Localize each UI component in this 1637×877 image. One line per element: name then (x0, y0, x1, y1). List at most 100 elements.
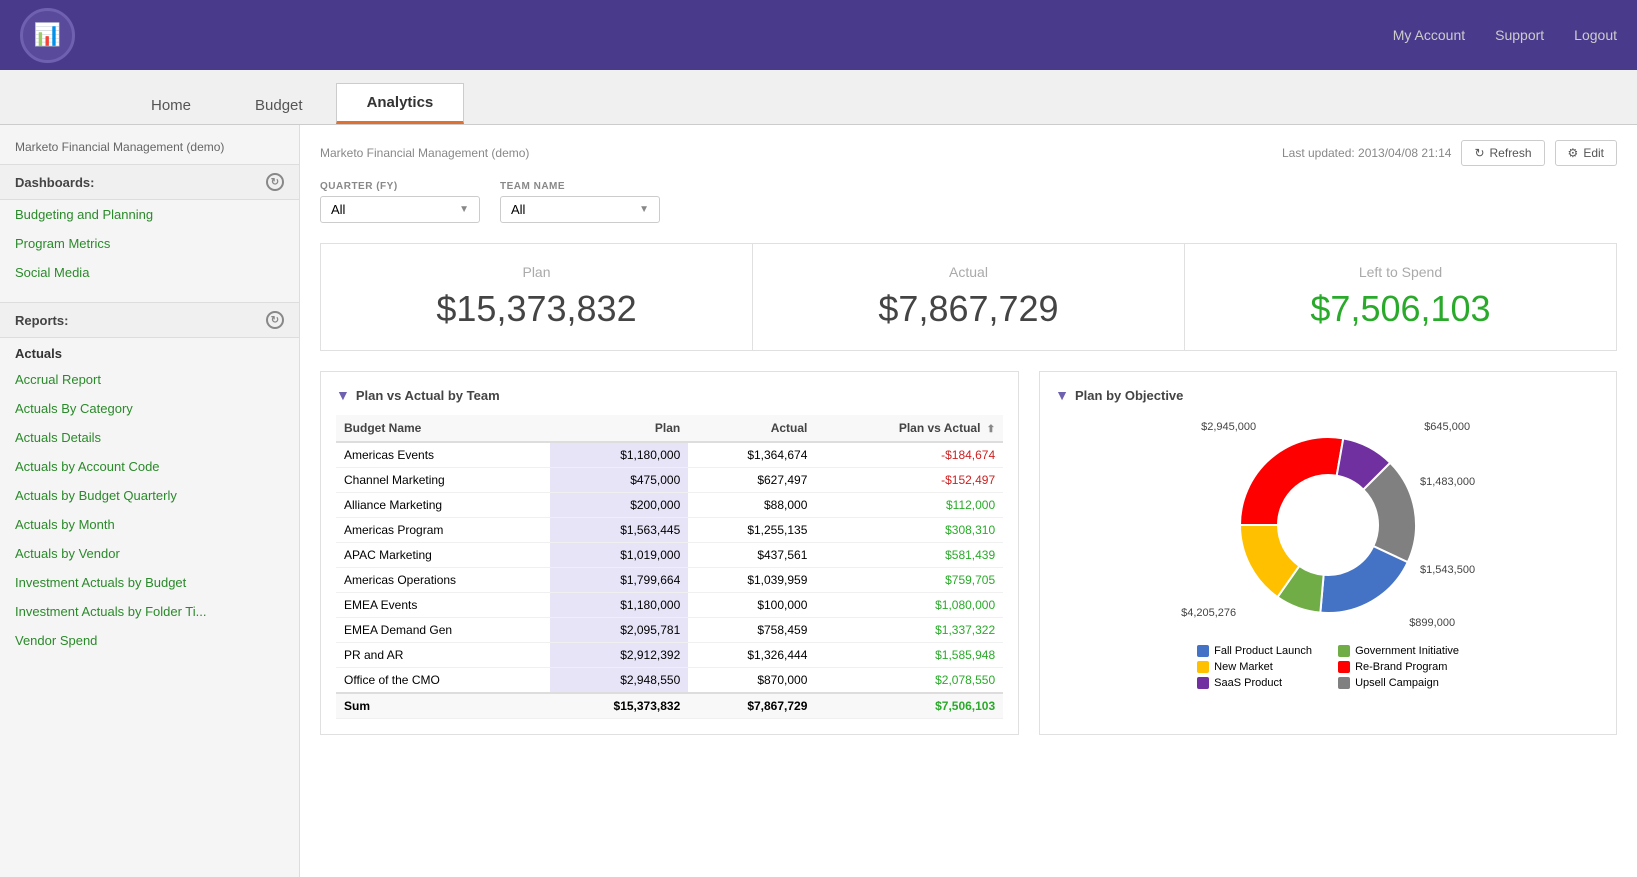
cell-name: Americas Operations (336, 568, 550, 593)
legend-label-1: Government Initiative (1355, 645, 1459, 657)
content-header: Marketo Financial Management (demo) Last… (320, 140, 1617, 166)
table-row: Americas Operations $1,799,664 $1,039,95… (336, 568, 1003, 593)
sidebar-item-accrual[interactable]: Accrual Report (0, 365, 299, 394)
my-account-link[interactable]: My Account (1393, 27, 1465, 43)
donut-label-0: $2,945,000 (1198, 420, 1259, 434)
donut-title-text: Plan by Objective (1075, 388, 1183, 403)
table-row: EMEA Demand Gen $2,095,781 $758,459 $1,3… (336, 618, 1003, 643)
cell-plan: $2,948,550 (550, 668, 688, 694)
legend-dot-4 (1197, 677, 1209, 689)
support-link[interactable]: Support (1495, 27, 1544, 43)
sort-icon[interactable]: ⬆ (987, 424, 995, 435)
reports-refresh-icon[interactable]: ↻ (266, 311, 284, 329)
legend-dot-2 (1197, 661, 1209, 673)
quarter-select[interactable]: All ▼ (320, 196, 480, 223)
kpi-actual-label: Actual (783, 264, 1154, 280)
cell-plan: $1,180,000 (550, 593, 688, 618)
legend-item-5: Upsell Campaign (1338, 677, 1459, 689)
cell-name: Channel Marketing (336, 468, 550, 493)
cell-name: APAC Marketing (336, 543, 550, 568)
dashboards-refresh-icon[interactable]: ↻ (266, 173, 284, 191)
table-row: EMEA Events $1,180,000 $100,000 $1,080,0… (336, 593, 1003, 618)
donut-container: $2,945,000 $645,000 $1,483,000 $1,543,50… (1055, 415, 1601, 689)
refresh-button[interactable]: ↻ Refresh (1461, 140, 1544, 166)
sidebar-item-actuals-month[interactable]: Actuals by Month (0, 510, 299, 539)
table-title: ▼ Plan vs Actual by Team (336, 387, 1003, 403)
cell-name: Americas Events (336, 442, 550, 468)
cell-plan: $1,019,000 (550, 543, 688, 568)
donut-filter-icon: ▼ (1055, 387, 1069, 403)
col-variance: Plan vs Actual ⬆ (815, 415, 1003, 442)
cell-plan: $475,000 (550, 468, 688, 493)
team-select[interactable]: All ▼ (500, 196, 660, 223)
legend-item-2: New Market (1197, 661, 1318, 673)
legend-item-3: Re-Brand Program (1338, 661, 1459, 673)
legend-item-0: Fall Product Launch (1197, 645, 1318, 657)
legend-dot-5 (1338, 677, 1350, 689)
cell-actual: $1,255,135 (688, 518, 815, 543)
cell-actual: $1,364,674 (688, 442, 815, 468)
edit-button[interactable]: ⚙ Edit (1555, 140, 1617, 166)
cell-plan: $1,563,445 (550, 518, 688, 543)
edit-label: Edit (1583, 146, 1604, 160)
cell-plan: $2,095,781 (550, 618, 688, 643)
content-area: Marketo Financial Management (demo) Last… (300, 125, 1637, 877)
cell-variance: $581,439 (815, 543, 1003, 568)
reports-label: Reports: (15, 313, 68, 328)
donut-label-2: $1,483,000 (1417, 475, 1478, 489)
cell-name: Alliance Marketing (336, 493, 550, 518)
cell-plan: $1,799,664 (550, 568, 688, 593)
table-filter-icon: ▼ (336, 387, 350, 403)
cell-variance: $1,585,948 (815, 643, 1003, 668)
main-container: Marketo Financial Management (demo) Dash… (0, 125, 1637, 877)
sidebar-item-actuals-details[interactable]: Actuals Details (0, 423, 299, 452)
donut-label-5: $4,205,276 (1178, 606, 1239, 620)
sidebar-item-social-media[interactable]: Social Media (0, 258, 299, 287)
legend-dot-1 (1338, 645, 1350, 657)
cell-actual: $437,561 (688, 543, 815, 568)
header-top: 📊 My Account Support Logout (0, 0, 1637, 70)
quarter-value: All (331, 202, 345, 217)
reports-group-label: Actuals (0, 338, 299, 365)
cell-name: PR and AR (336, 643, 550, 668)
sidebar-item-vendor-spend[interactable]: Vendor Spend (0, 626, 299, 655)
cell-name: Office of the CMO (336, 668, 550, 694)
sidebar-item-actuals-budget-quarterly[interactable]: Actuals by Budget Quarterly (0, 481, 299, 510)
edit-icon: ⚙ (1568, 146, 1579, 160)
kpi-left-value: $7,506,103 (1215, 288, 1586, 330)
donut-labels: $2,945,000 $645,000 $1,483,000 $1,543,50… (1178, 415, 1478, 635)
sidebar-item-investment-folder[interactable]: Investment Actuals by Folder Ti... (0, 597, 299, 626)
sidebar-item-actuals-vendor[interactable]: Actuals by Vendor (0, 539, 299, 568)
charts-row: ▼ Plan vs Actual by Team Budget Name Pla… (320, 371, 1617, 735)
last-updated: Last updated: 2013/04/08 21:14 (1282, 146, 1451, 160)
table-row: Americas Program $1,563,445 $1,255,135 $… (336, 518, 1003, 543)
table-row: Americas Events $1,180,000 $1,364,674 -$… (336, 442, 1003, 468)
refresh-label: Refresh (1490, 146, 1532, 160)
tab-analytics[interactable]: Analytics (336, 83, 465, 124)
sidebar-item-program-metrics[interactable]: Program Metrics (0, 229, 299, 258)
cell-sum-actual: $7,867,729 (688, 693, 815, 719)
cell-variance: -$152,497 (815, 468, 1003, 493)
legend-label-3: Re-Brand Program (1355, 661, 1447, 673)
legend-label-0: Fall Product Launch (1214, 645, 1312, 657)
cell-actual: $627,497 (688, 468, 815, 493)
cell-name: EMEA Events (336, 593, 550, 618)
sidebar-item-actuals-category[interactable]: Actuals By Category (0, 394, 299, 423)
logout-link[interactable]: Logout (1574, 27, 1617, 43)
content-breadcrumb: Marketo Financial Management (demo) (320, 146, 529, 160)
kpi-actual-value: $7,867,729 (783, 288, 1154, 330)
cell-sum-plan: $15,373,832 (550, 693, 688, 719)
col-actual: Actual (688, 415, 815, 442)
legend-label-2: New Market (1214, 661, 1273, 673)
reports-section: Reports: ↻ Actuals Accrual Report Actual… (0, 302, 299, 655)
sidebar-item-actuals-account[interactable]: Actuals by Account Code (0, 452, 299, 481)
sidebar-item-budgeting[interactable]: Budgeting and Planning (0, 200, 299, 229)
sidebar-item-investment-budget[interactable]: Investment Actuals by Budget (0, 568, 299, 597)
team-label: TEAM NAME (500, 181, 660, 192)
cell-actual: $100,000 (688, 593, 815, 618)
quarter-label: QUARTER (FY) (320, 181, 480, 192)
tab-budget[interactable]: Budget (224, 86, 334, 124)
legend-item-4: SaaS Product (1197, 677, 1318, 689)
donut-panel: ▼ Plan by Objective $2,945,000 $645,000 … (1039, 371, 1617, 735)
tab-home[interactable]: Home (120, 86, 222, 124)
